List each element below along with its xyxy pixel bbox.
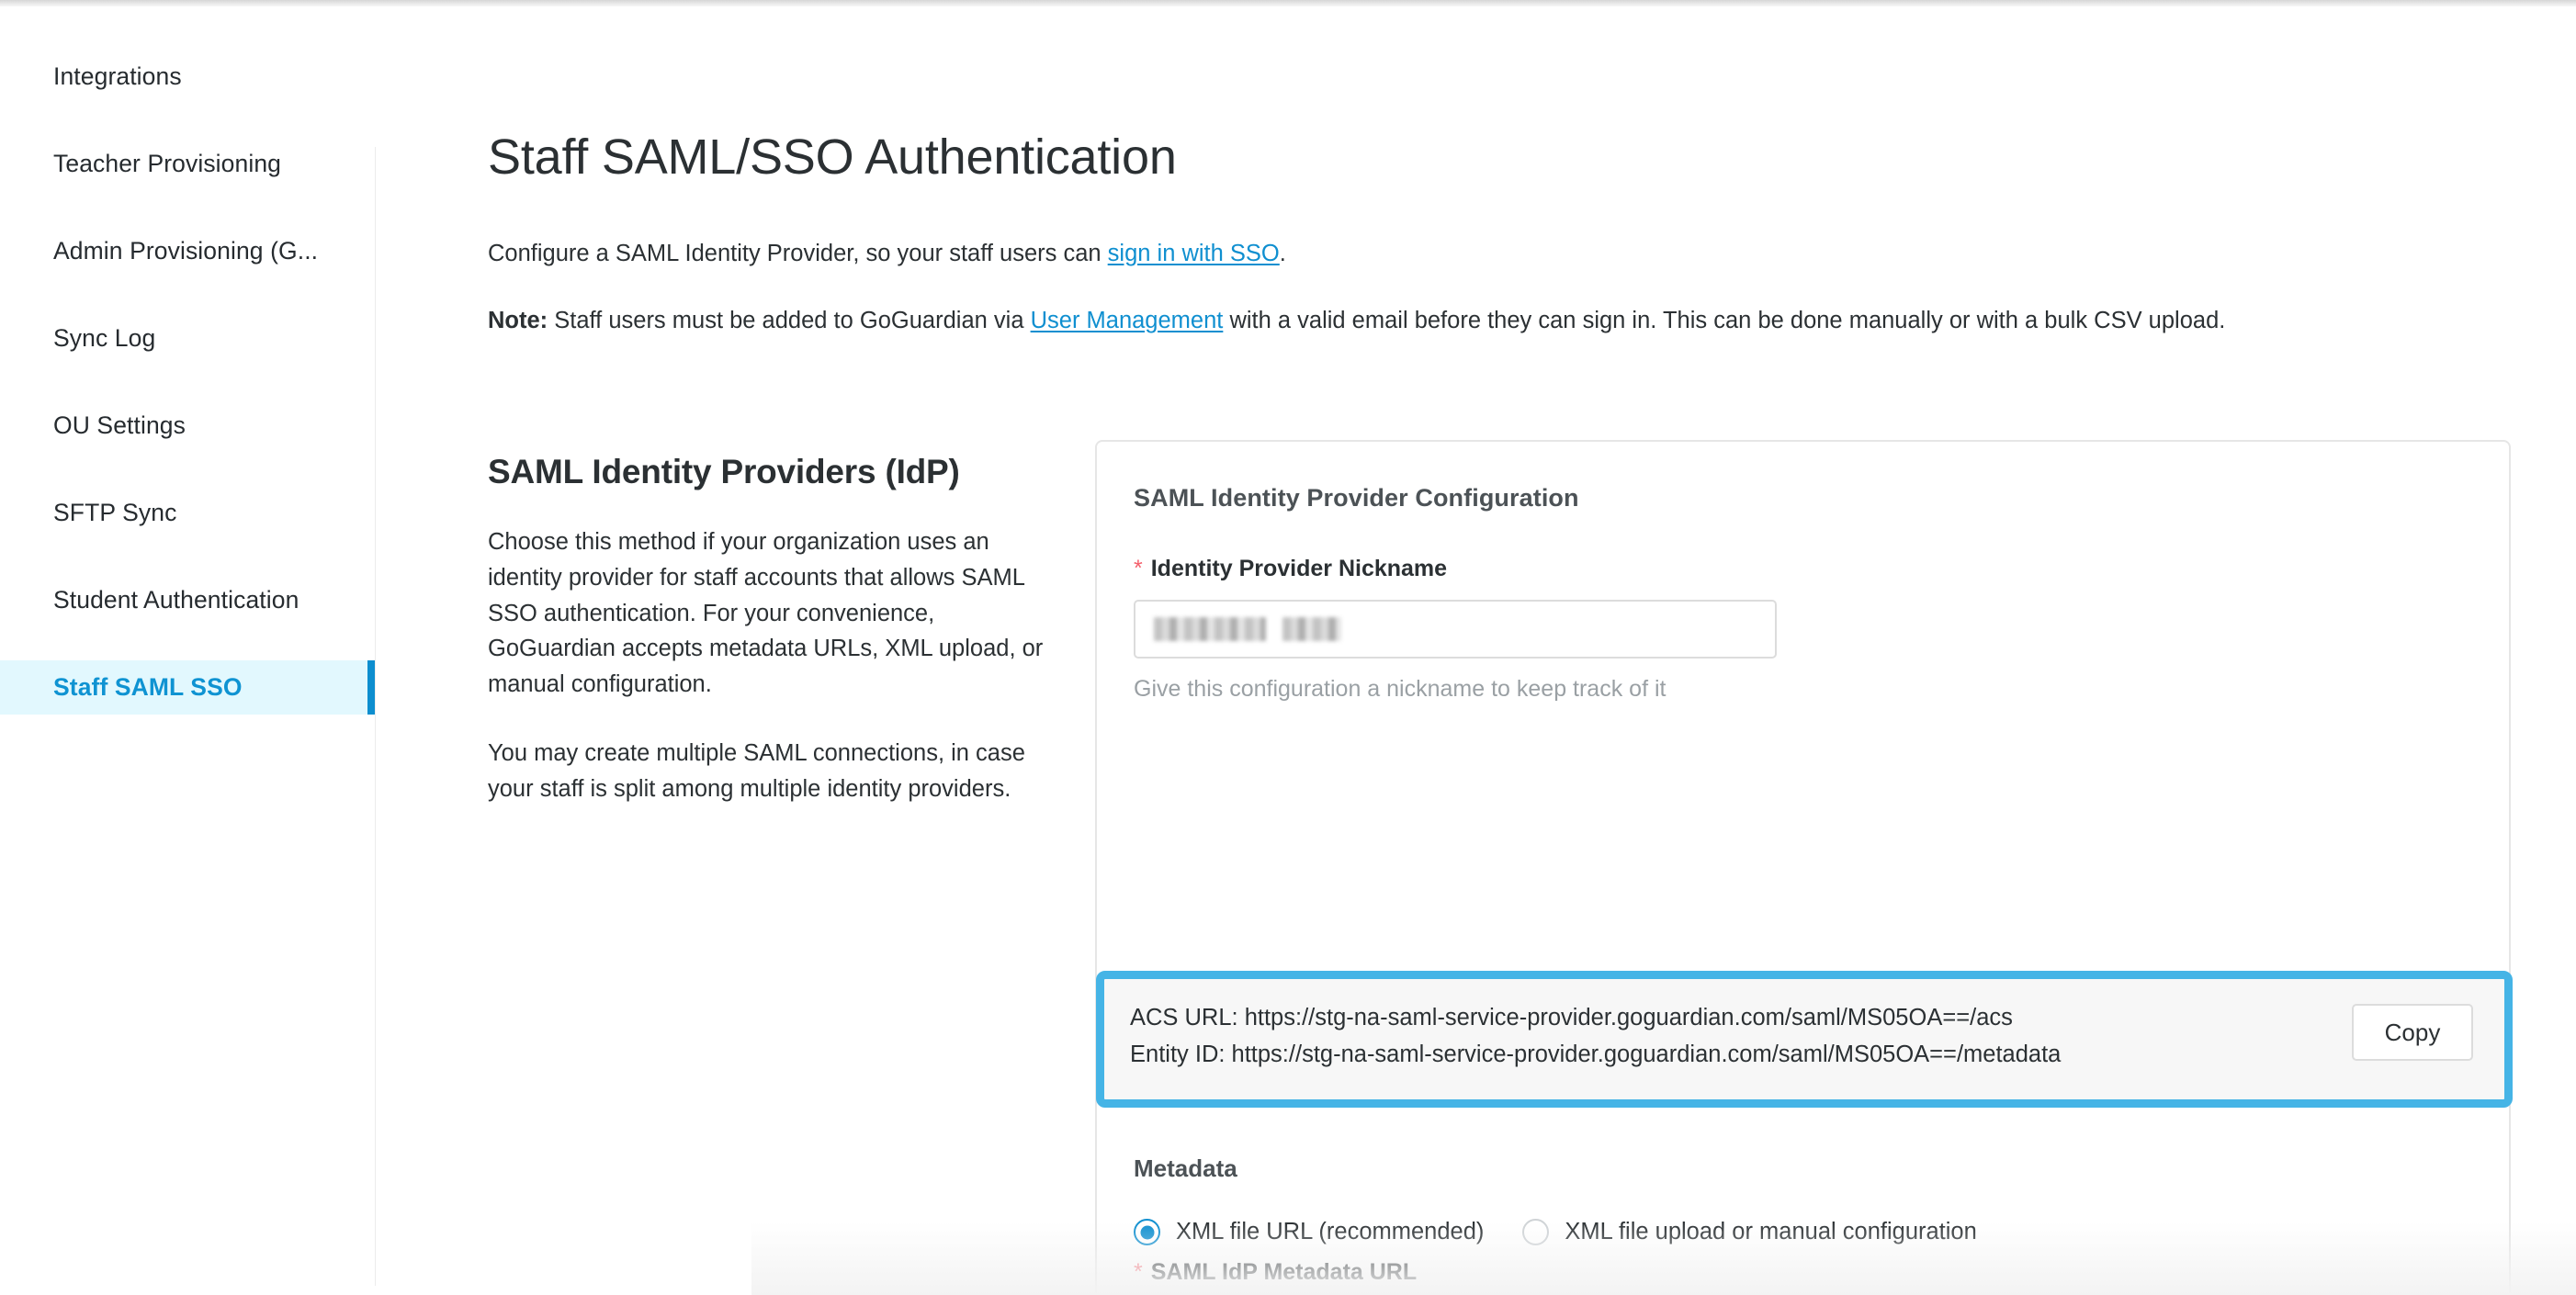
sidebar-item-student-authentication[interactable]: Student Authentication bbox=[0, 573, 376, 627]
radio-selected-icon[interactable] bbox=[1134, 1219, 1160, 1245]
sidebar-item-label: Staff SAML SSO bbox=[53, 673, 243, 702]
note-suffix-text: with a valid email before they can sign … bbox=[1223, 308, 2225, 333]
required-asterisk: * bbox=[1134, 556, 1143, 582]
nickname-field-label: * Identity Provider Nickname bbox=[1134, 556, 2472, 582]
nickname-label-text: Identity Provider Nickname bbox=[1151, 556, 1447, 582]
sidebar-item-sftp-sync[interactable]: SFTP Sync bbox=[0, 486, 376, 540]
service-provider-urls-box: ACS URL: https://stg-na-saml-service-pro… bbox=[1096, 971, 2513, 1108]
metadata-radio-group: XML file URL (recommended) XML file uplo… bbox=[1134, 1219, 2475, 1245]
window-top-strip bbox=[0, 0, 2576, 6]
idp-paragraph-2: You may create multiple SAML connections… bbox=[488, 736, 1057, 807]
sidebar-item-sync-log[interactable]: Sync Log bbox=[0, 311, 376, 366]
entity-id-line: Entity ID: https://stg-na-saml-service-p… bbox=[1130, 1036, 2061, 1073]
app-root: Integrations Teacher Provisioning Admin … bbox=[0, 0, 2576, 1295]
redacted-value-block bbox=[1154, 617, 1266, 641]
service-provider-urls-text: ACS URL: https://stg-na-saml-service-pro… bbox=[1130, 999, 2061, 1074]
copy-button[interactable]: Copy bbox=[2352, 1004, 2473, 1061]
sidebar-item-label: SFTP Sync bbox=[53, 499, 176, 527]
main-content: Staff SAML/SSO Authentication Configure … bbox=[376, 6, 2576, 1295]
sidebar-item-admin-provisioning[interactable]: Admin Provisioning (G... bbox=[0, 224, 376, 278]
sidebar-item-label: Integrations bbox=[53, 62, 182, 91]
nickname-help-text: Give this configuration a nickname to ke… bbox=[1134, 676, 2472, 703]
radio-label: XML file upload or manual configuration bbox=[1565, 1219, 1976, 1245]
metadata-url-label: * SAML IdP Metadata URL bbox=[1134, 1259, 1777, 1286]
sidebar-item-label: Teacher Provisioning bbox=[53, 150, 281, 178]
intro-suffix-text: . bbox=[1280, 241, 1286, 266]
acs-url-line: ACS URL: https://stg-na-saml-service-pro… bbox=[1130, 999, 2061, 1036]
sidebar-item-label: Sync Log bbox=[53, 324, 155, 353]
metadata-url-field: *SAML IdP Metadata URL https://accounts.… bbox=[1134, 1259, 1777, 1295]
sidebar-item-label: OU Settings bbox=[53, 411, 186, 440]
sign-in-with-sso-link[interactable]: sign in with SSO bbox=[1108, 241, 1280, 266]
intro-paragraph: Configure a SAML Identity Provider, so y… bbox=[488, 238, 1286, 271]
note-paragraph: Note: Staff users must be added to GoGua… bbox=[488, 305, 2225, 338]
metadata-section-label: Metadata bbox=[1134, 1154, 2475, 1183]
page-title: Staff SAML/SSO Authentication bbox=[488, 129, 1177, 186]
redacted-value-block bbox=[1282, 617, 1341, 641]
sidebar-item-integrations[interactable]: Integrations bbox=[0, 50, 376, 104]
radio-xml-upload-or-manual[interactable]: XML file upload or manual configuration bbox=[1522, 1219, 1976, 1245]
intro-prefix-text: Configure a SAML Identity Provider, so y… bbox=[488, 241, 1108, 266]
radio-unselected-icon[interactable] bbox=[1522, 1219, 1549, 1245]
sidebar-item-label: Admin Provisioning (G... bbox=[53, 237, 318, 265]
idp-paragraph-1: Choose this method if your organization … bbox=[488, 524, 1057, 703]
note-label: Note: bbox=[488, 308, 548, 333]
radio-label: XML file URL (recommended) bbox=[1176, 1219, 1484, 1245]
saml-configuration-card: SAML Identity Provider Configuration * Id… bbox=[1095, 440, 2511, 1295]
identity-provider-nickname-input[interactable] bbox=[1134, 600, 1777, 659]
card-title: SAML Identity Provider Configuration bbox=[1134, 484, 2472, 512]
settings-sidebar: Integrations Teacher Provisioning Admin … bbox=[0, 6, 376, 1295]
metadata-section: Metadata XML file URL (recommended) XML … bbox=[1134, 1154, 2475, 1245]
sidebar-item-label: Student Authentication bbox=[53, 586, 299, 614]
radio-xml-file-url[interactable]: XML file URL (recommended) bbox=[1134, 1219, 1484, 1245]
user-management-link[interactable]: User Management bbox=[1031, 308, 1224, 333]
idp-description-column: SAML Identity Providers (IdP) Choose thi… bbox=[488, 453, 1057, 806]
metadata-url-label-text: SAML IdP Metadata URL bbox=[1151, 1259, 1417, 1286]
idp-section-heading: SAML Identity Providers (IdP) bbox=[488, 453, 1057, 491]
required-asterisk: * bbox=[1134, 1259, 1143, 1286]
note-prefix-text: Staff users must be added to GoGuardian … bbox=[548, 308, 1030, 333]
sidebar-item-staff-saml-sso[interactable]: Staff SAML SSO bbox=[0, 660, 376, 715]
sidebar-item-teacher-provisioning[interactable]: Teacher Provisioning bbox=[0, 137, 376, 191]
sidebar-item-ou-settings[interactable]: OU Settings bbox=[0, 399, 376, 453]
